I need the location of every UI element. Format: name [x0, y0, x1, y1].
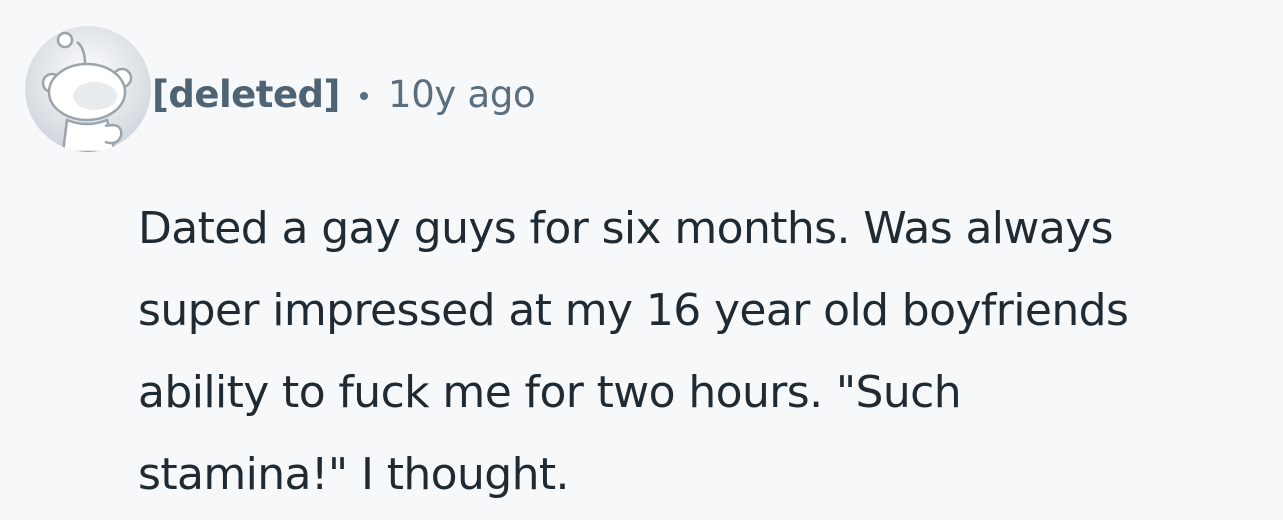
comment-body-line: ability to fuck me for two hours. "Such [138, 367, 962, 418]
author-name[interactable]: [deleted] [152, 73, 340, 116]
comment-body-line: Dated a gay guys for six months. Was alw… [138, 203, 1114, 254]
dot-separator-icon [359, 92, 368, 100]
comment-body-line: super impressed at my 16 year old boyfri… [138, 285, 1129, 336]
comment-body-line: stamina!" I thought. [138, 449, 570, 500]
comment-meta: [deleted] 10y ago [152, 66, 536, 122]
timestamp: 10y ago [387, 72, 536, 116]
comment: [deleted] 10y ago Dated a gay guys for s… [0, 0, 1283, 520]
snoo-avatar-icon[interactable] [25, 26, 151, 152]
comment-body: Dated a gay guys for six months. Was alw… [138, 188, 1278, 516]
